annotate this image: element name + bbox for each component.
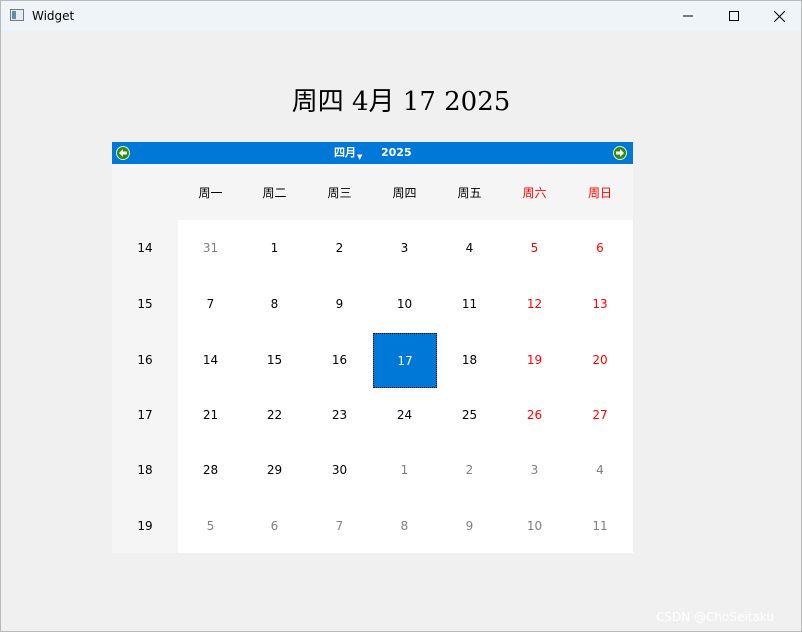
day-cell[interactable]: 5 [502,220,567,276]
day-cell[interactable]: 2 [307,220,372,276]
day-cell[interactable]: 21 [178,388,243,442]
day-cell[interactable]: 30 [307,442,372,498]
day-cell[interactable]: 18 [437,332,502,388]
close-icon [773,10,785,22]
week-number: 16 [137,353,153,367]
day-cell[interactable]: 4 [437,220,502,276]
calendar-widget[interactable]: 四月▼ 2025 周一 周二 周三 周四 周五 周六 周日 14 31 1 2 3 4 5 6 15 7 8 9 10… [112,142,633,553]
maximize-icon [729,11,739,21]
caret-down-icon: ▼ [357,153,363,161]
day-cell[interactable]: 26 [502,388,567,442]
day-cell[interactable]: 25 [437,388,502,442]
day-cell[interactable]: 1 [372,442,437,498]
day-cell[interactable]: 6 [242,498,307,553]
month-selector-button[interactable]: 四月▼ [334,145,362,161]
calendar-nav-bar: 四月▼ 2025 [112,142,633,164]
year-button[interactable]: 2025 [381,145,412,161]
day-cell[interactable]: 2 [437,442,502,498]
arrow-right-icon [616,149,624,157]
day-cell[interactable]: 7 [178,276,243,332]
day-cell[interactable]: 9 [437,498,502,553]
week-number: 19 [137,518,153,533]
day-cell[interactable]: 20 [567,332,633,388]
minimize-button[interactable] [665,1,711,31]
day-cell[interactable]: 11 [437,276,502,332]
day-cell[interactable]: 6 [567,220,633,276]
day-cell[interactable]: 24 [372,388,437,442]
day-cell[interactable]: 16 [307,332,372,388]
maximize-button[interactable] [711,1,757,31]
week-number: 18 [137,463,153,477]
week-number: 15 [137,297,153,311]
weekday-header: 周五 [457,185,482,200]
day-cell[interactable]: 4 [567,442,633,498]
weekday-header: 周四 [392,185,417,200]
weekday-header: 周二 [262,185,287,200]
day-cell[interactable]: 8 [242,276,307,332]
weekday-header: 周日 [587,185,612,200]
day-cell[interactable]: 29 [242,442,307,498]
month-label: 四月 [334,146,356,159]
day-cell[interactable]: 8 [372,498,437,553]
day-cell[interactable]: 5 [178,498,243,553]
day-cell[interactable]: 22 [242,388,307,442]
day-cell[interactable]: 14 [178,332,243,388]
weekday-header: 周三 [327,185,352,200]
day-cell[interactable]: 10 [372,276,437,332]
day-cell[interactable]: 11 [567,498,633,553]
day-cell[interactable]: 10 [502,498,567,553]
day-cell-selected[interactable]: 17 [373,333,437,388]
weekday-header: 周一 [198,185,223,200]
weekday-header: 周六 [522,185,547,200]
day-cell[interactable]: 27 [567,388,633,442]
prev-month-button[interactable] [116,146,130,160]
week-number: 14 [137,241,153,255]
week-number: 17 [137,408,153,422]
day-cell[interactable]: 9 [307,276,372,332]
window-title: Widget [32,9,75,23]
app-window: Widget 周四 4月 17 2025 四月▼ 2025 周一 周二 周三 周… [0,0,802,632]
day-cell[interactable]: 31 [178,220,243,276]
day-cell[interactable]: 3 [502,442,567,498]
minimize-icon [683,15,693,17]
arrow-left-icon [119,149,127,157]
day-cell[interactable]: 7 [307,498,372,553]
watermark: CSDN @ChoSeitaku [656,610,774,624]
title-bar[interactable]: Widget [1,1,801,31]
selected-date-label: 周四 4月 17 2025 [291,87,511,117]
day-cell[interactable]: 23 [307,388,372,442]
day-cell[interactable]: 28 [178,442,243,498]
next-month-button[interactable] [613,146,627,160]
close-button[interactable] [756,1,802,31]
day-cell[interactable]: 12 [502,276,567,332]
day-cell[interactable]: 15 [242,332,307,388]
app-icon [10,9,24,21]
day-cell[interactable]: 3 [372,220,437,276]
day-cell[interactable]: 1 [242,220,307,276]
day-cell[interactable]: 19 [502,332,567,388]
day-cell[interactable]: 13 [567,276,633,332]
